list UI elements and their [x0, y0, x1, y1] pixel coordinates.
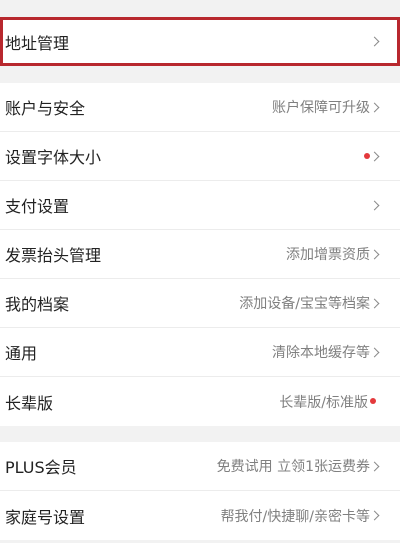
chevron-right-icon	[369, 461, 380, 472]
settings-item-value: 帮我付/快捷聊/亲密卡等	[220, 508, 370, 525]
settings-item-account-security[interactable]: 账户与安全 账户保障可升级	[0, 83, 400, 132]
chevron-right-icon	[369, 298, 380, 309]
chevron-right-icon	[369, 347, 380, 358]
chevron-right-icon	[369, 36, 380, 47]
chevron-right-icon	[369, 249, 380, 260]
settings-item-address[interactable]: 地址管理	[0, 17, 400, 66]
settings-item-value: 添加增票资质	[286, 247, 370, 263]
settings-item-label: 长辈版	[5, 393, 54, 413]
settings-item-plus-member[interactable]: PLUS会员 免费试用 立领1张运费券	[0, 442, 400, 491]
settings-item-label: 设置字体大小	[5, 148, 102, 167]
settings-item-label: 我的档案	[5, 295, 70, 314]
settings-item-label: 地址管理	[5, 33, 70, 53]
settings-item-payment[interactable]: 支付设置	[0, 181, 400, 230]
settings-item-my-profile[interactable]: 我的档案 添加设备/宝宝等档案	[0, 279, 400, 328]
settings-item-label: 家庭号设置	[5, 507, 86, 527]
settings-item-value: 添加设备/宝宝等档案	[239, 296, 370, 312]
settings-item-invoice-title[interactable]: 发票抬头管理 添加增票资质	[0, 230, 400, 279]
chevron-right-icon	[369, 102, 380, 113]
chevron-right-icon	[369, 200, 380, 211]
settings-group-account: 账户与安全 账户保障可升级 设置字体大小 支付设置 发票抬头管理 添加增票资质 …	[0, 83, 400, 426]
settings-item-value: 长辈版/标准版	[279, 394, 368, 411]
red-dot-badge	[370, 398, 376, 404]
settings-group-membership: PLUS会员 免费试用 立领1张运费券 家庭号设置 帮我付/快捷聊/亲密卡等	[0, 442, 400, 540]
settings-item-label: 支付设置	[5, 197, 70, 216]
settings-item-elder-mode[interactable]: 长辈版 长辈版/标准版	[0, 377, 400, 426]
settings-item-family-account[interactable]: 家庭号设置 帮我付/快捷聊/亲密卡等	[0, 491, 400, 540]
chevron-right-icon	[369, 510, 380, 521]
settings-item-value: 免费试用 立领1张运费券	[216, 459, 370, 475]
settings-item-value: 账户保障可升级	[272, 100, 370, 116]
settings-item-label: 通用	[5, 344, 38, 363]
settings-item-label: 账户与安全	[5, 99, 86, 118]
settings-item-value: 清除本地缓存等	[272, 345, 370, 361]
settings-item-label: 发票抬头管理	[5, 246, 102, 265]
settings-item-font-size[interactable]: 设置字体大小	[0, 132, 400, 181]
chevron-right-icon	[369, 151, 380, 162]
settings-group-address: 地址管理	[0, 17, 400, 66]
settings-item-label: PLUS会员	[5, 458, 77, 477]
settings-item-general[interactable]: 通用 清除本地缓存等	[0, 328, 400, 377]
